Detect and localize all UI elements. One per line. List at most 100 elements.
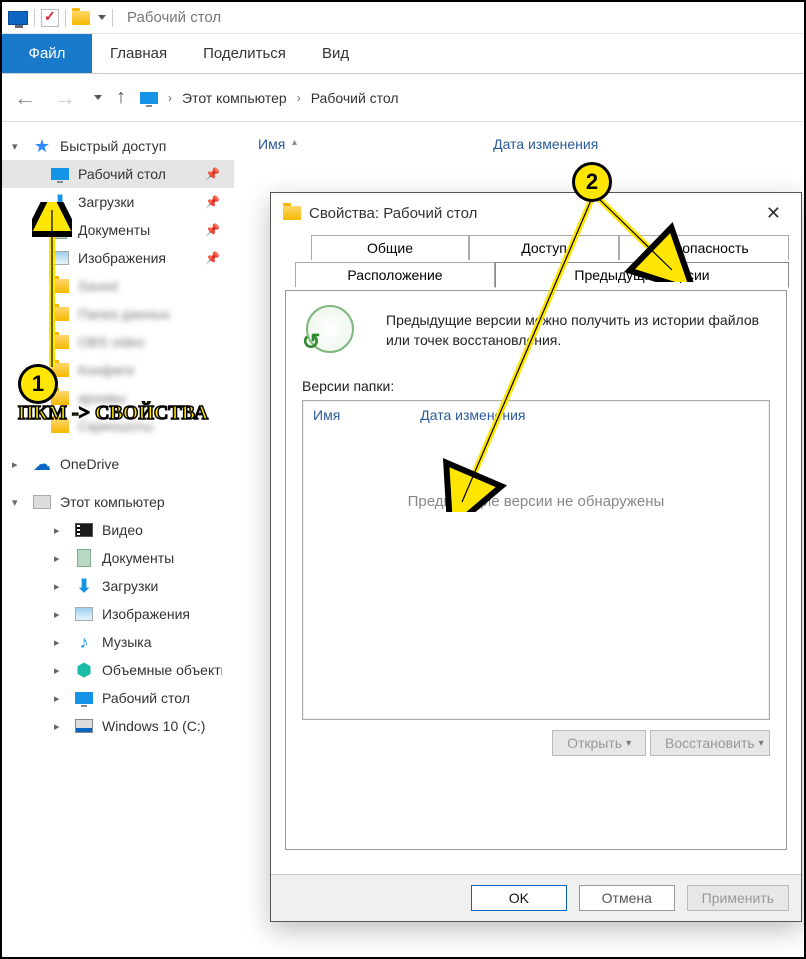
tree-item-blurred[interactable]: OBS video bbox=[2, 328, 234, 356]
app-icon bbox=[8, 11, 28, 25]
pc-icon bbox=[33, 495, 51, 509]
tree-item-documents[interactable]: Документы 📌 bbox=[2, 216, 234, 244]
nav-history-dropdown-icon[interactable] bbox=[94, 95, 102, 100]
tree-item-blurred[interactable]: Saved bbox=[2, 272, 234, 300]
pin-icon: 📌 bbox=[205, 251, 220, 265]
pin-icon: 📌 bbox=[205, 223, 220, 237]
ribbon-tab-share[interactable]: Поделиться bbox=[185, 34, 304, 73]
cube-icon: ⬢ bbox=[76, 660, 92, 681]
file-tab[interactable]: Файл bbox=[2, 34, 92, 73]
tree-item-images[interactable]: Изображения 📌 bbox=[2, 244, 234, 272]
monitor-icon bbox=[75, 692, 93, 704]
caret-icon[interactable] bbox=[54, 720, 66, 733]
tab-panel: Предыдущие версии можно получить из исто… bbox=[285, 290, 787, 850]
tree-item-3d[interactable]: ⬢Объемные объекты bbox=[2, 656, 234, 684]
document-icon bbox=[53, 221, 67, 239]
caret-icon[interactable] bbox=[54, 580, 66, 593]
window-titlebar: Рабочий стол bbox=[2, 2, 804, 34]
annotation-text: ПКМ -> СВОЙСТВА bbox=[18, 402, 208, 425]
tree-item-drive-c[interactable]: Windows 10 (C:) bbox=[2, 712, 234, 740]
nav-up-icon[interactable]: ↑ bbox=[116, 86, 126, 109]
tree-item-blurred[interactable]: Папка данных bbox=[2, 300, 234, 328]
pin-icon: 📌 bbox=[205, 195, 220, 209]
tree-item-downloads[interactable]: ⬇ Загрузки 📌 bbox=[2, 188, 234, 216]
cloud-icon: ☁ bbox=[33, 454, 51, 475]
dialog-title: Свойства: Рабочий стол bbox=[309, 205, 758, 222]
caret-icon[interactable] bbox=[54, 664, 66, 677]
download-icon: ⬇ bbox=[76, 576, 91, 597]
tree-item-documents[interactable]: Документы bbox=[2, 544, 234, 572]
tree-quick-access[interactable]: ★ Быстрый доступ bbox=[2, 132, 234, 160]
disk-icon bbox=[75, 719, 93, 733]
nav-back-icon[interactable]: ← bbox=[12, 85, 38, 111]
tab-location[interactable]: Расположение bbox=[295, 262, 495, 287]
caret-icon[interactable] bbox=[12, 458, 24, 471]
caret-icon[interactable] bbox=[54, 636, 66, 649]
caret-icon[interactable] bbox=[54, 524, 66, 537]
qat-dropdown-icon[interactable] bbox=[98, 15, 106, 20]
navigation-pane: ★ Быстрый доступ Рабочий стол 📌 ⬇ Загруз… bbox=[2, 122, 234, 957]
versions-listbox[interactable]: Имя Дата изменения Предыдущие версии не … bbox=[302, 400, 770, 720]
tab-sharing[interactable]: Доступ bbox=[469, 235, 619, 260]
versions-label: Версии папки: bbox=[302, 378, 770, 394]
tab-security[interactable]: Безопасность bbox=[619, 235, 789, 260]
nav-forward-icon: → bbox=[52, 85, 78, 111]
address-bar[interactable]: › Этот компьютер › Рабочий стол bbox=[140, 90, 399, 106]
tree-onedrive[interactable]: ☁ OneDrive bbox=[2, 450, 234, 478]
list-header[interactable]: Имя Дата изменения bbox=[246, 132, 792, 158]
caret-icon[interactable] bbox=[12, 140, 24, 153]
folder-icon bbox=[51, 335, 69, 349]
caret-icon[interactable] bbox=[54, 608, 66, 621]
tab-previous-versions[interactable]: Предыдущие версии bbox=[495, 262, 789, 288]
ok-button[interactable]: OK bbox=[471, 885, 567, 911]
tree-item-images[interactable]: Изображения bbox=[2, 600, 234, 628]
column-date[interactable]: Дата изменения bbox=[493, 136, 598, 152]
tree-item-downloads[interactable]: ⬇Загрузки bbox=[2, 572, 234, 600]
star-icon: ★ bbox=[34, 136, 50, 157]
folder-icon bbox=[51, 307, 69, 321]
chevron-right-icon[interactable]: › bbox=[297, 91, 301, 105]
pin-icon: 📌 bbox=[205, 167, 220, 181]
tree-item-video[interactable]: Видео bbox=[2, 516, 234, 544]
annotation-badge-2: 2 bbox=[572, 162, 612, 202]
column-date[interactable]: Дата изменения bbox=[420, 407, 525, 423]
tree-this-pc[interactable]: Этот компьютер bbox=[2, 488, 234, 516]
breadcrumb-current[interactable]: Рабочий стол bbox=[311, 90, 399, 106]
apply-button: Применить bbox=[687, 885, 789, 911]
info-text: Предыдущие версии можно получить из исто… bbox=[386, 311, 770, 350]
restore-button: Восстановить bbox=[650, 730, 770, 756]
caret-icon[interactable] bbox=[54, 692, 66, 705]
download-icon: ⬇ bbox=[52, 192, 67, 213]
monitor-icon bbox=[51, 168, 69, 180]
ribbon: Файл Главная Поделиться Вид bbox=[2, 34, 804, 74]
image-icon bbox=[51, 251, 69, 265]
qat-folder-icon[interactable] bbox=[72, 11, 90, 25]
music-icon: ♪ bbox=[80, 632, 89, 653]
qat-properties-icon[interactable] bbox=[41, 9, 59, 27]
dialog-footer: OK Отмена Применить bbox=[271, 874, 801, 921]
column-name[interactable]: Имя bbox=[313, 407, 340, 423]
dialog-titlebar[interactable]: Свойства: Рабочий стол ✕ bbox=[271, 193, 801, 233]
column-name[interactable]: Имя bbox=[258, 136, 293, 152]
chevron-right-icon[interactable]: › bbox=[168, 91, 172, 105]
caret-icon[interactable] bbox=[12, 496, 24, 509]
document-icon bbox=[77, 549, 91, 567]
tree-item-desktop[interactable]: Рабочий стол 📌 bbox=[2, 160, 234, 188]
breadcrumb-icon bbox=[140, 92, 158, 104]
versions-header[interactable]: Имя Дата изменения bbox=[303, 401, 769, 429]
tree-item-desktop[interactable]: Рабочий стол bbox=[2, 684, 234, 712]
close-icon[interactable]: ✕ bbox=[758, 199, 789, 228]
tab-general[interactable]: Общие bbox=[311, 235, 469, 260]
versions-empty: Предыдущие версии не обнаружены bbox=[303, 493, 769, 510]
breadcrumb-root[interactable]: Этот компьютер bbox=[182, 90, 287, 106]
caret-icon[interactable] bbox=[54, 552, 66, 565]
nav-row: ← → ↑ › Этот компьютер › Рабочий стол bbox=[2, 74, 804, 122]
tree-item-music[interactable]: ♪Музыка bbox=[2, 628, 234, 656]
folder-icon bbox=[51, 279, 69, 293]
window-title: Рабочий стол bbox=[127, 9, 221, 26]
ribbon-tab-home[interactable]: Главная bbox=[92, 34, 185, 73]
ribbon-tab-view[interactable]: Вид bbox=[304, 34, 367, 73]
cancel-button[interactable]: Отмена bbox=[579, 885, 675, 911]
image-icon bbox=[75, 607, 93, 621]
video-icon bbox=[75, 523, 93, 537]
